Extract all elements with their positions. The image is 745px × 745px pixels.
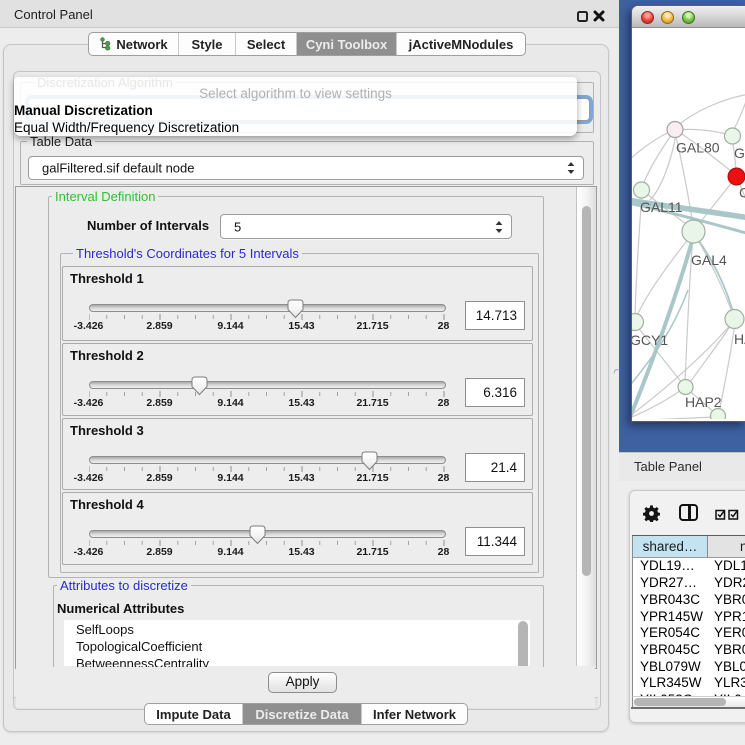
svg-text:GAL80: GAL80 <box>676 140 720 156</box>
svg-text:GAL11: GAL11 <box>640 199 683 215</box>
svg-text:GAL: GAL <box>734 145 745 161</box>
svg-text:GAL4: GAL4 <box>691 252 727 268</box>
svg-text:HA: HA <box>734 331 745 347</box>
svg-text:GCY1: GCY1 <box>632 332 668 348</box>
svg-text:CY: CY <box>739 185 745 201</box>
svg-text:HAP2: HAP2 <box>685 394 722 410</box>
